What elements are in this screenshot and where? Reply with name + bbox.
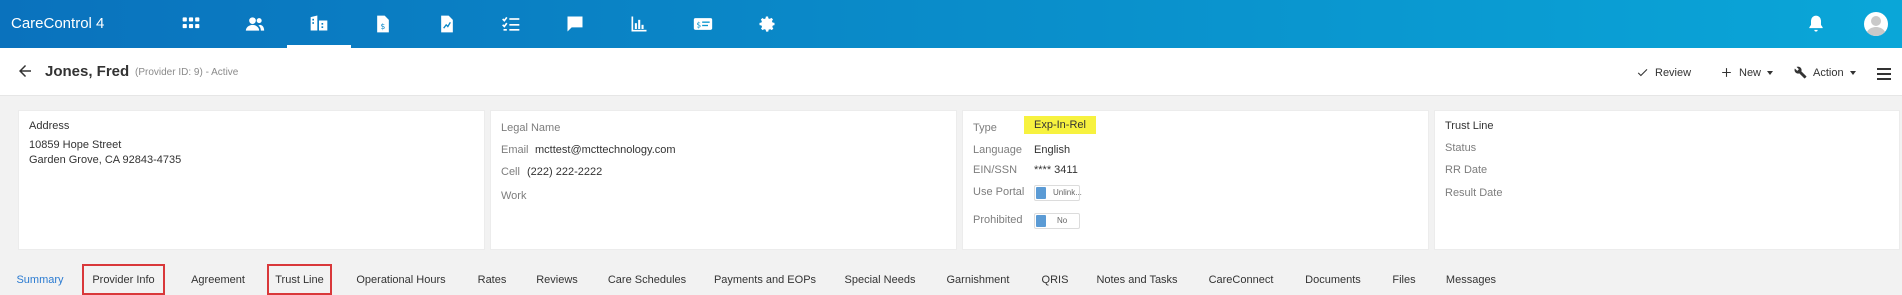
use-portal-toggle-label: Unlink...	[1053, 188, 1082, 197]
result-date-label: Result Date	[1445, 187, 1503, 199]
type-value-highlight: Exp-In-Rel	[1024, 116, 1096, 134]
contact-card: Legal Name Email mcttest@mcttechnology.c…	[490, 110, 957, 250]
address-line-2: Garden Grove, CA 92843-4735	[29, 154, 182, 166]
toggle-knob	[1036, 215, 1046, 227]
action-dropdown-button[interactable]: Action	[1794, 66, 1856, 79]
tab-care-schedules[interactable]: Care Schedules	[598, 264, 696, 295]
tab-notes-and-tasks[interactable]: Notes and Tasks	[1089, 264, 1185, 295]
chat-icon[interactable]	[543, 0, 607, 48]
tab-special-needs[interactable]: Special Needs	[836, 264, 924, 295]
provider-name: Jones, Fred	[45, 63, 130, 80]
legal-name-label: Legal Name	[501, 122, 561, 134]
tab-documents[interactable]: Documents	[1298, 264, 1368, 295]
trust-line-card: Trust Line Status RR Date Result Date	[1434, 110, 1900, 250]
notifications-bell-icon[interactable]	[1806, 14, 1826, 34]
cell-value[interactable]: (222) 222-2222	[527, 166, 602, 178]
tab-careconnect[interactable]: CareConnect	[1198, 264, 1284, 295]
svg-text:$: $	[381, 22, 386, 31]
rr-date-label: RR Date	[1445, 164, 1488, 176]
wrench-icon	[1794, 66, 1807, 79]
toggle-knob	[1036, 187, 1046, 199]
caret-down-icon	[1767, 70, 1774, 75]
provider-id-status: (Provider ID: 9) - Active	[135, 67, 239, 78]
new-dropdown-button[interactable]: New	[1720, 66, 1774, 79]
ein-ssn-label: EIN/SSN	[973, 164, 1018, 176]
building-icon[interactable]	[287, 0, 351, 48]
tab-reviews[interactable]: Reviews	[528, 264, 586, 295]
trust-line-title: Trust Line	[1445, 120, 1494, 132]
tab-provider-info[interactable]: Provider Info	[82, 264, 165, 295]
address-label: Address	[29, 120, 70, 132]
ein-ssn-value: **** 3411	[1034, 164, 1078, 176]
tab-operational-hours[interactable]: Operational Hours	[345, 264, 457, 295]
language-value: English	[1034, 144, 1071, 156]
use-portal-toggle[interactable]: Unlink...	[1034, 185, 1082, 201]
payment-card-icon[interactable]: $	[671, 0, 735, 48]
action-label: Action	[1813, 66, 1844, 79]
tab-payments-and-eops[interactable]: Payments and EOPs	[708, 264, 822, 295]
tab-messages[interactable]: Messages	[1440, 264, 1502, 295]
provider-tabs: Summary Provider Info Agreement Trust Li…	[0, 264, 1902, 295]
review-button[interactable]: Review	[1636, 66, 1691, 79]
tab-summary[interactable]: Summary	[8, 264, 72, 295]
provider-header: Jones, Fred (Provider ID: 9) - Active Re…	[0, 48, 1902, 96]
use-portal-label: Use Portal	[973, 186, 1025, 198]
bar-chart-icon[interactable]	[607, 0, 671, 48]
svg-text:$: $	[696, 20, 701, 29]
user-avatar[interactable]	[1864, 12, 1888, 36]
tab-agreement[interactable]: Agreement	[180, 264, 256, 295]
type-label: Type	[973, 122, 997, 134]
plus-icon	[1722, 68, 1731, 77]
email-label: Email	[501, 144, 529, 156]
tab-files[interactable]: Files	[1380, 264, 1428, 295]
people-icon[interactable]	[223, 0, 287, 48]
settings-gear-icon[interactable]	[735, 0, 799, 48]
status-label: Status	[1445, 142, 1477, 154]
chart-document-icon[interactable]	[415, 0, 479, 48]
caret-down-icon	[1849, 70, 1856, 75]
apps-grid-icon[interactable]	[159, 0, 223, 48]
checklist-icon[interactable]	[479, 0, 543, 48]
work-label: Work	[501, 190, 527, 202]
new-label: New	[1739, 66, 1762, 79]
cell-label: Cell	[501, 166, 520, 178]
tab-trust-line[interactable]: Trust Line	[267, 264, 332, 295]
top-navigation-bar: CareControl 4 $ $	[0, 0, 1902, 48]
prohibited-label: Prohibited	[973, 214, 1023, 226]
hamburger-menu-icon[interactable]	[1877, 67, 1891, 80]
prohibited-toggle[interactable]: No	[1034, 213, 1080, 229]
address-line-1: 10859 Hope Street	[29, 139, 122, 151]
address-card: Address 10859 Hope Street Garden Grove, …	[18, 110, 485, 250]
tab-qris[interactable]: QRIS	[1033, 264, 1077, 295]
language-label: Language	[973, 144, 1022, 156]
prohibited-toggle-label: No	[1057, 216, 1068, 225]
tab-garnishment[interactable]: Garnishment	[937, 264, 1019, 295]
tab-rates[interactable]: Rates	[467, 264, 517, 295]
provider-type-card: Type Exp-In-Rel Language English EIN/SSN…	[962, 110, 1429, 250]
app-title[interactable]: CareControl 4	[11, 15, 104, 32]
back-arrow-icon[interactable]	[16, 62, 34, 80]
review-label: Review	[1655, 66, 1692, 79]
checkmark-icon	[1637, 69, 1648, 77]
email-value[interactable]: mcttest@mcttechnology.com	[535, 144, 676, 156]
billing-document-icon[interactable]: $	[351, 0, 415, 48]
